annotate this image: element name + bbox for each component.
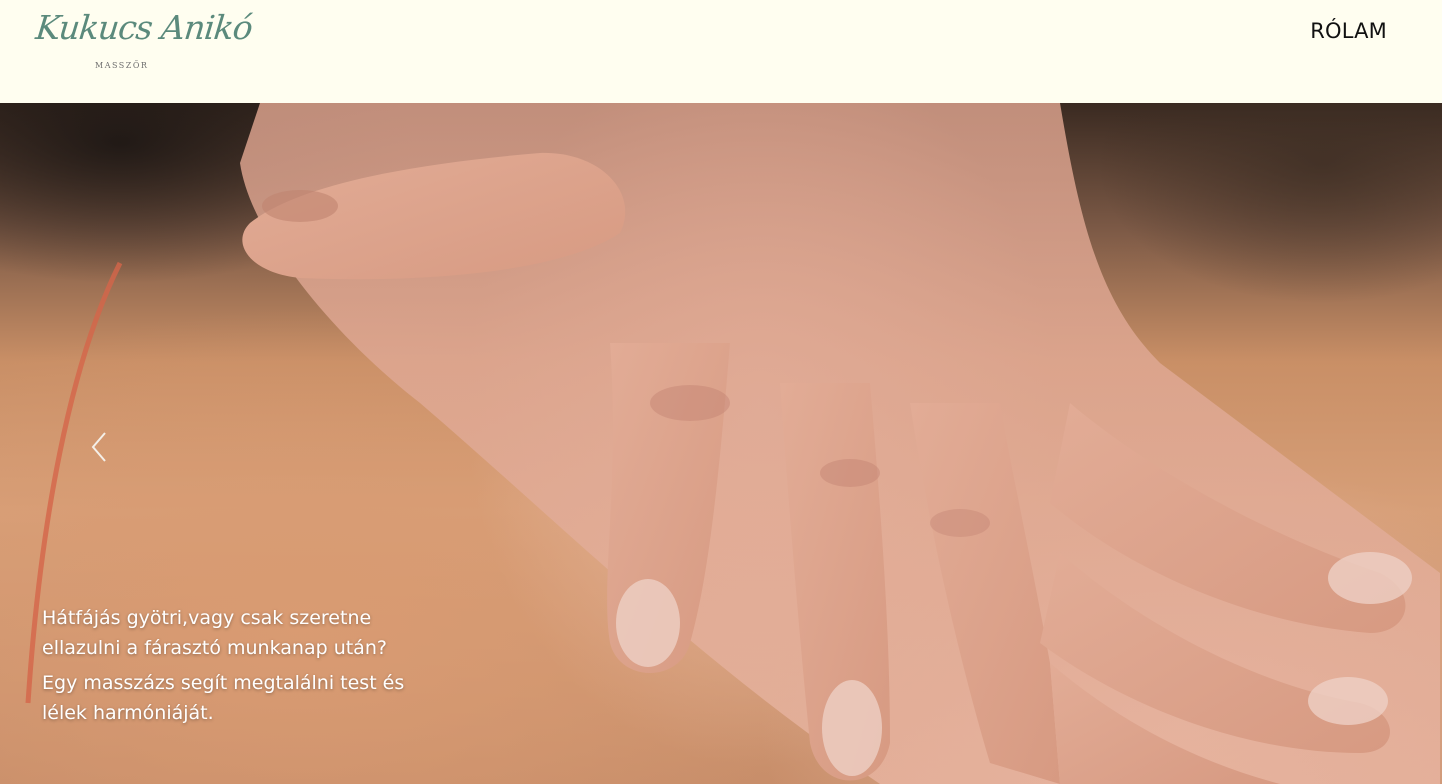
logo-tagline: MASSZŐR	[95, 61, 149, 70]
logo-name: Kukucs Anikó	[33, 8, 254, 47]
hero-caption-line1: Hátfájás gyötri,vagy csak szeretne ellaz…	[42, 607, 387, 659]
hero-carousel: Hátfájás gyötri,vagy csak szeretne ellaz…	[0, 103, 1442, 784]
nav-link-about[interactable]: RÓLAM	[1310, 19, 1387, 43]
site-logo[interactable]: Kukucs Anikó MASSZŐR	[34, 8, 254, 72]
hero-caption-line2: Egy masszázs segít megtalálni test és lé…	[42, 672, 405, 724]
site-header: Kukucs Anikó MASSZŐR RÓLAM	[0, 0, 1442, 103]
chevron-left-icon	[91, 432, 106, 462]
hero-caption: Hátfájás gyötri,vagy csak szeretne ellaz…	[42, 603, 442, 728]
carousel-prev-button[interactable]	[86, 430, 114, 464]
